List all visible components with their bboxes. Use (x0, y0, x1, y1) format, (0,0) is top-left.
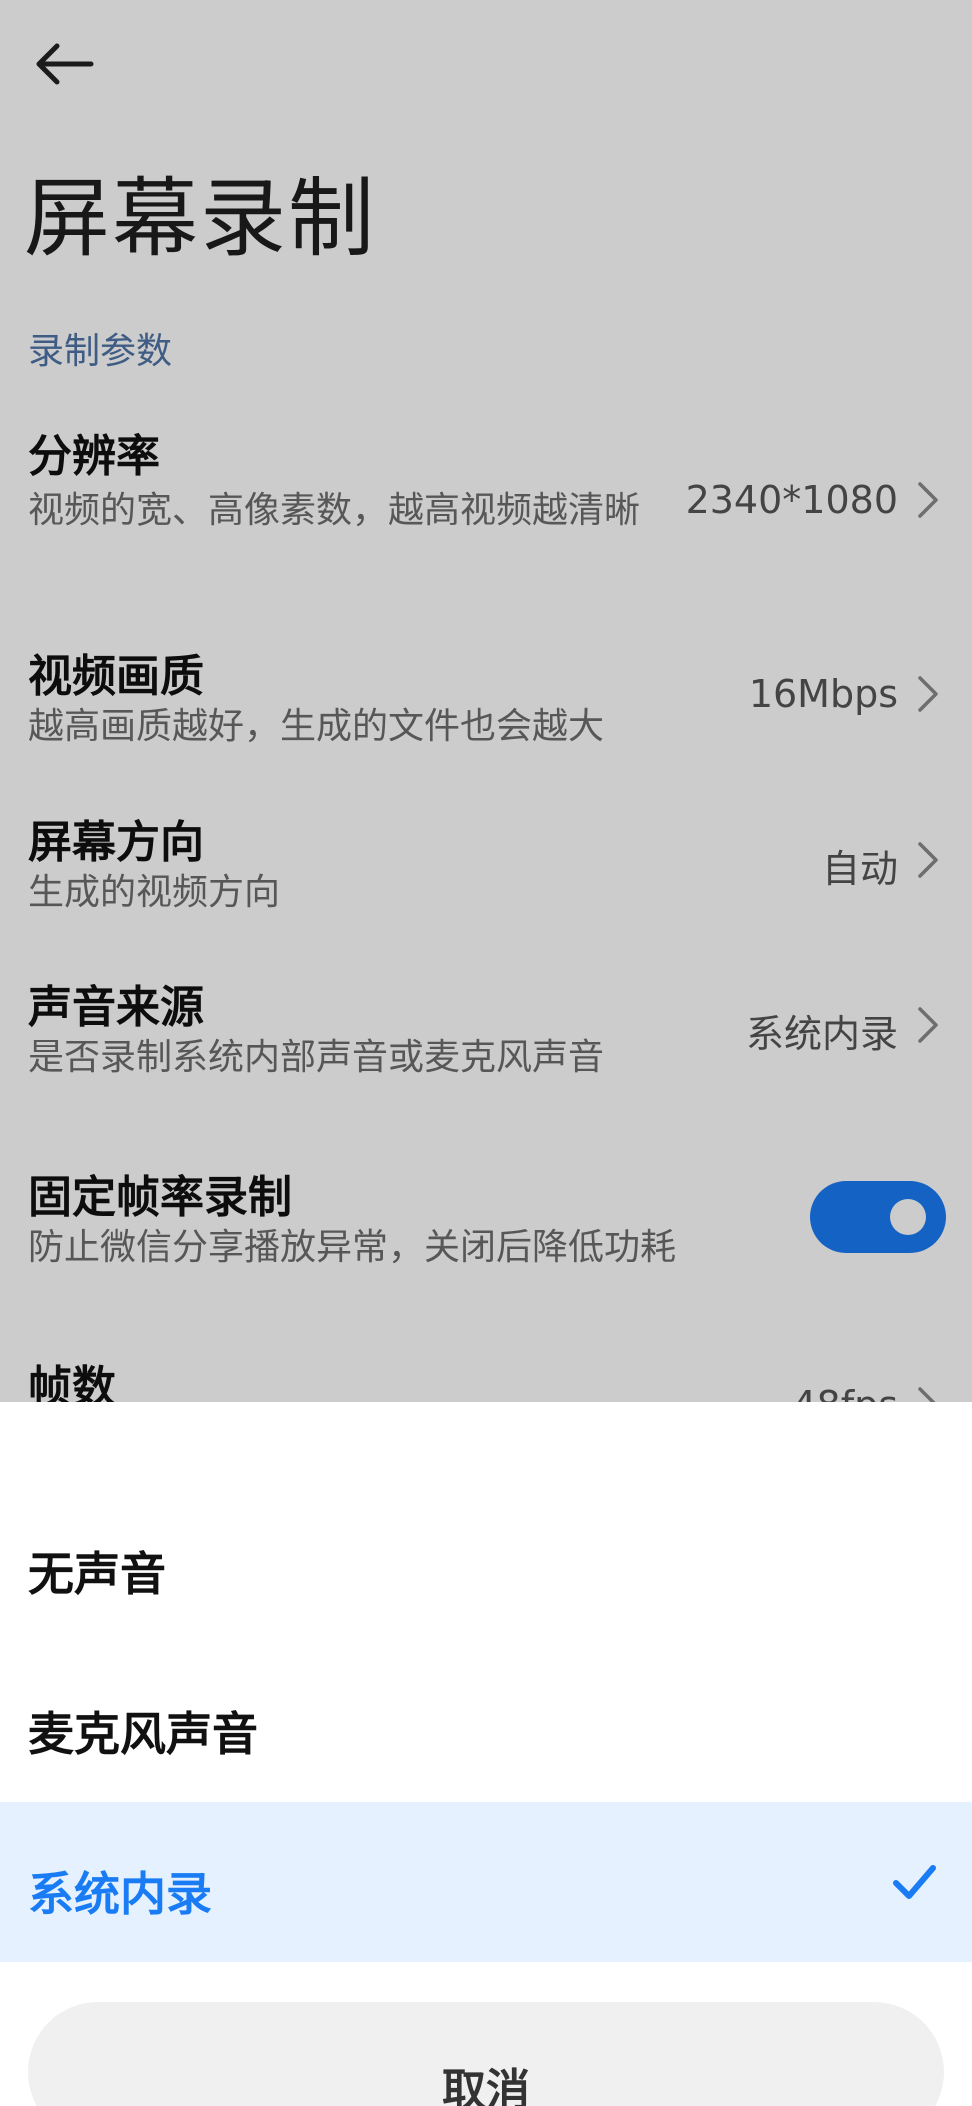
option-microphone-sound[interactable]: 麦克风声音 (0, 1642, 972, 1802)
cancel-label: 取消 (442, 2065, 530, 2106)
checkmark-icon (893, 1865, 936, 1899)
option-label: 系统内录 (28, 1867, 212, 1921)
option-label: 无声音 (28, 1547, 166, 1601)
dim-overlay[interactable] (0, 0, 972, 1402)
sound-source-sheet: 无声音 麦克风声音 系统内录 取消 (0, 1402, 972, 2106)
option-no-sound[interactable]: 无声音 (0, 1482, 972, 1642)
option-system-internal[interactable]: 系统内录 (0, 1802, 972, 1962)
screen-recording-settings: 屏幕录制 录制参数 分辨率 视频的宽、高像素数，越高视频越清晰 2340*108… (0, 0, 972, 2106)
cancel-button[interactable]: 取消 (28, 2002, 944, 2106)
option-label: 麦克风声音 (28, 1707, 258, 1761)
